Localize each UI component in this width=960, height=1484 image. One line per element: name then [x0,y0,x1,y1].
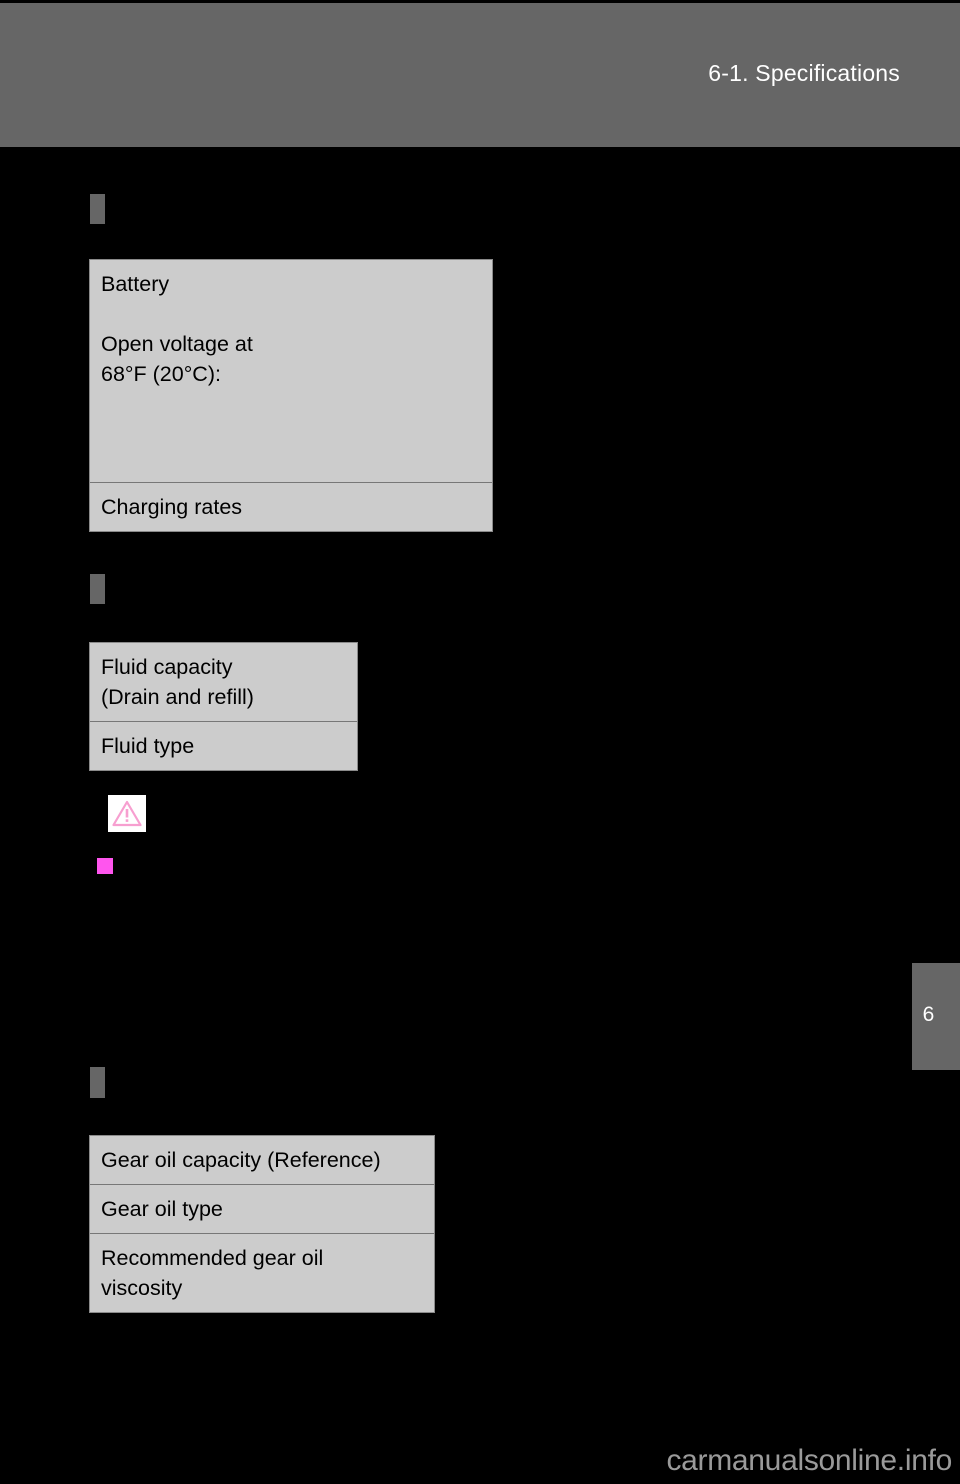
chapter-tab-number: 6 [922,1003,935,1026]
table-row: Battery Open voltage at 68°F (20°C): [101,272,253,386]
warning-triangle-icon [108,795,146,832]
table-row: Gear oil capacity (Reference) [101,1148,381,1172]
battery-specifications-table: Battery Open voltage at 68°F (20°C): Cha… [89,259,493,532]
table-row: Fluid capacity (Drain and refill) [101,655,254,709]
section-marker-battery [90,194,105,224]
manual-page: 6-1. Specifications Battery Open voltage… [0,0,960,1484]
chapter-tab[interactable]: 6 [912,963,960,1070]
gear-oil-specifications-table: Gear oil capacity (Reference) Gear oil t… [89,1135,435,1313]
section-marker-gear-oil [90,1067,105,1098]
table-row: Gear oil type [90,1184,434,1233]
table-row: Recommended gear oil viscosity [90,1233,434,1312]
fluid-specifications-table: Fluid capacity (Drain and refill) Fluid … [89,642,358,771]
section-marker-fluid [90,574,105,604]
table-row: Charging rates [90,482,492,531]
page-header-bar: 6-1. Specifications [0,3,960,147]
magenta-square-bullet [97,858,113,874]
page-title: 6-1. Specifications [708,60,900,86]
table-row: Fluid type [90,721,357,770]
site-watermark: carmanualsonline.info [666,1444,952,1477]
